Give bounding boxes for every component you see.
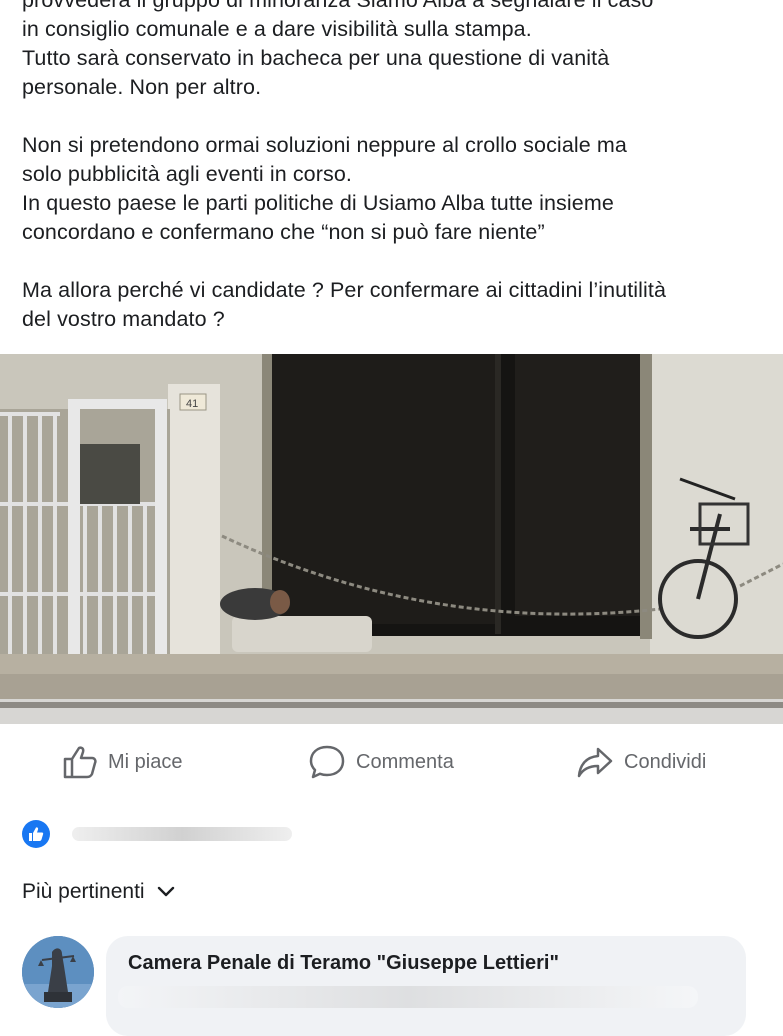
- thumbs-up-icon: [63, 746, 97, 779]
- like-label: Mi piace: [108, 750, 183, 773]
- share-label: Condividi: [624, 750, 707, 773]
- post-line: in consiglio comunale e a dare visibilit…: [22, 17, 532, 41]
- comment-bubble[interactable]: Camera Penale di Teramo "Giuseppe Lettie…: [106, 936, 746, 1036]
- comment-item: Camera Penale di Teramo "Giuseppe Lettie…: [22, 936, 783, 1036]
- post-action-bar: Mi piace Commenta Condividi: [0, 730, 783, 794]
- post-line: In questo paese le parti politiche di Us…: [22, 191, 614, 215]
- post-line: del vostro mandato ?: [22, 307, 225, 331]
- comment-text-redacted: [118, 986, 698, 1008]
- share-arrow-icon: [577, 747, 613, 778]
- like-button[interactable]: Mi piace: [62, 730, 182, 794]
- post-text: provvederà il gruppo di minoranza Siamo …: [22, 0, 767, 334]
- post-line: Ma allora perché vi candidate ? Per conf…: [22, 278, 667, 302]
- sort-label: Più pertinenti: [22, 880, 145, 903]
- like-reaction-icon: [22, 820, 50, 848]
- post-line: Tutto sarà conservato in bacheca per una…: [22, 46, 610, 70]
- post-line: Non si pretendono ormai soluzioni neppur…: [22, 133, 627, 157]
- street-scene-image: 41: [0, 354, 783, 724]
- post-line: concordano e confermano che “non si può …: [22, 220, 545, 244]
- house-number: 41: [186, 398, 198, 410]
- reactions-summary[interactable]: [22, 818, 292, 850]
- chevron-down-icon: [157, 886, 174, 897]
- avatar[interactable]: [22, 936, 94, 1008]
- comment-button[interactable]: Commenta: [308, 730, 454, 794]
- comment-label: Commenta: [356, 750, 454, 773]
- post-line: solo pubblicità agli eventi in corso.: [22, 162, 352, 186]
- share-button[interactable]: Condividi: [576, 730, 706, 794]
- post-line: personale. Non per altro.: [22, 75, 262, 99]
- comment-sort-selector[interactable]: Più pertinenti: [22, 880, 175, 904]
- post-line: provvederà il gruppo di minoranza Siamo …: [22, 0, 654, 12]
- post-photo[interactable]: 41: [0, 354, 783, 724]
- comment-author[interactable]: Camera Penale di Teramo "Giuseppe Lettie…: [128, 952, 559, 975]
- justice-statue-avatar-image: [22, 936, 94, 1008]
- reactors-names-redacted: [72, 827, 292, 841]
- speech-bubble-icon: [309, 745, 345, 779]
